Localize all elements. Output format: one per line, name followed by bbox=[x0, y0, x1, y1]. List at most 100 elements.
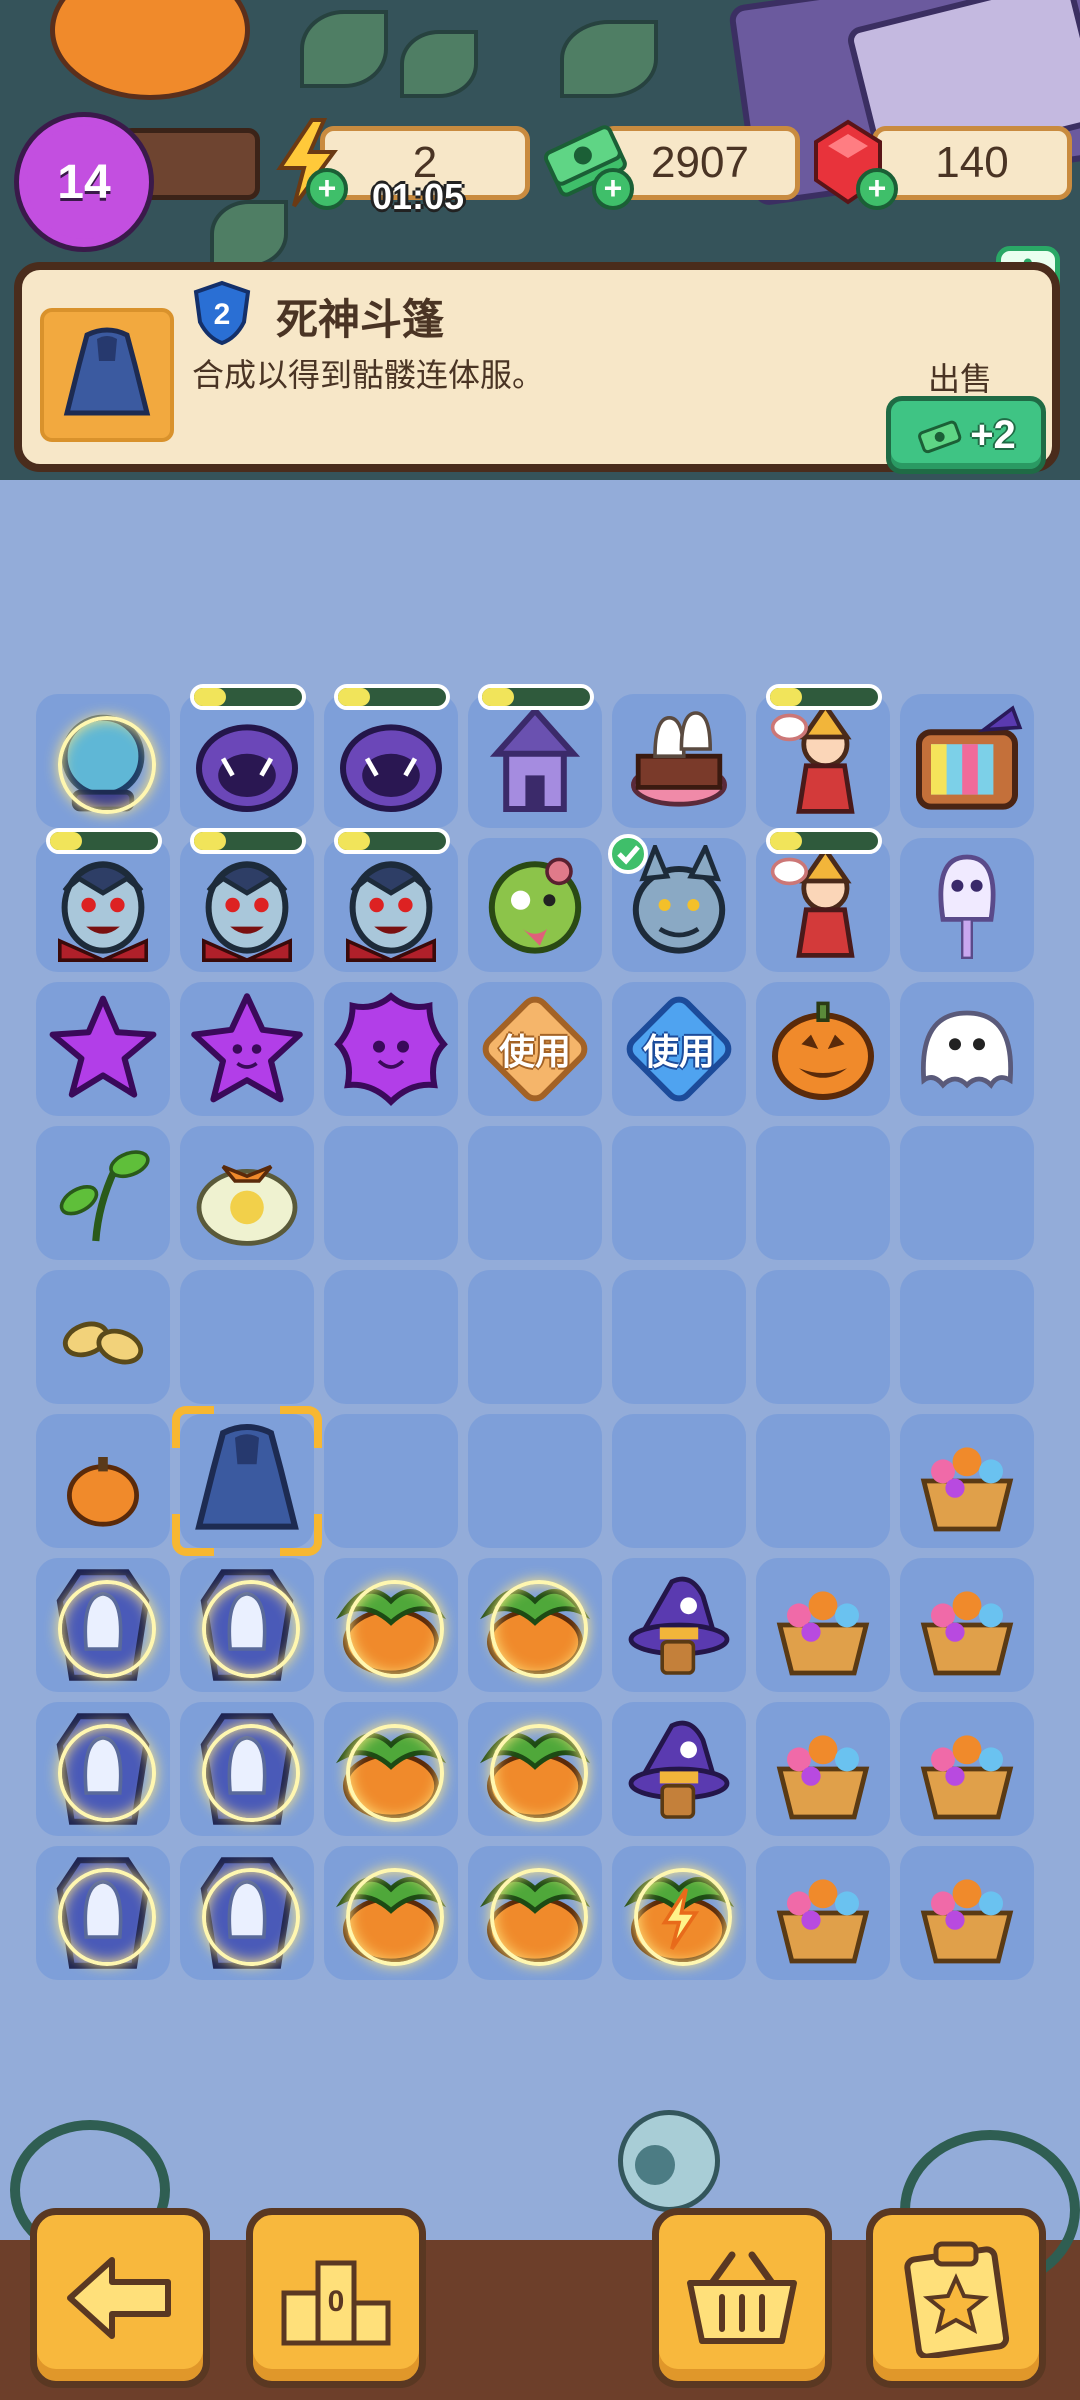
board-cell[interactable] bbox=[900, 982, 1034, 1116]
board-cell[interactable] bbox=[180, 828, 314, 972]
board-cell[interactable] bbox=[36, 982, 170, 1116]
flower-basket-icon[interactable] bbox=[900, 1558, 1034, 1692]
board-cell[interactable] bbox=[324, 1846, 458, 1980]
board-cell[interactable] bbox=[900, 838, 1034, 972]
board-cell[interactable] bbox=[756, 684, 890, 828]
board-cell[interactable] bbox=[180, 1558, 314, 1692]
board-cell[interactable] bbox=[468, 1414, 602, 1548]
board-cell[interactable] bbox=[324, 828, 458, 972]
board-cell[interactable] bbox=[900, 1558, 1034, 1692]
board-cell[interactable] bbox=[180, 684, 314, 828]
purple-star-icon[interactable] bbox=[36, 982, 170, 1116]
board-cell[interactable] bbox=[756, 1558, 890, 1692]
gem-counter[interactable]: 140 bbox=[872, 126, 1072, 200]
haunted-house-icon[interactable] bbox=[468, 694, 602, 828]
zombie-head-icon[interactable] bbox=[468, 838, 602, 972]
board-cell[interactable] bbox=[36, 1846, 170, 1980]
board-cell[interactable] bbox=[324, 1270, 458, 1404]
board-cell[interactable] bbox=[900, 1270, 1034, 1404]
board-cell[interactable] bbox=[36, 828, 170, 972]
purple-blob-face-icon[interactable] bbox=[324, 982, 458, 1116]
board-cell[interactable] bbox=[36, 694, 170, 828]
board-cell[interactable] bbox=[756, 1846, 890, 1980]
board-cell[interactable] bbox=[180, 1270, 314, 1404]
board-cell[interactable] bbox=[36, 1414, 170, 1548]
witch-girl-icon[interactable] bbox=[756, 694, 890, 828]
board-cell[interactable] bbox=[324, 1126, 458, 1260]
add-gems-button[interactable]: + bbox=[856, 168, 898, 210]
board-cell[interactable] bbox=[468, 1846, 602, 1980]
use-blue-token-icon[interactable]: 使用 bbox=[612, 982, 746, 1116]
witch-hat-icon[interactable] bbox=[612, 1702, 746, 1836]
board-cell[interactable] bbox=[180, 1846, 314, 1980]
board-cell[interactable] bbox=[900, 694, 1034, 828]
add-energy-button[interactable]: + bbox=[306, 168, 348, 210]
witch-girl-icon[interactable] bbox=[756, 838, 890, 972]
board-cell[interactable] bbox=[612, 1414, 746, 1548]
flower-basket-icon[interactable] bbox=[900, 1846, 1034, 1980]
flower-basket-icon[interactable] bbox=[756, 1702, 890, 1836]
board-cell[interactable] bbox=[612, 1126, 746, 1260]
board-cell[interactable] bbox=[172, 1406, 322, 1556]
board-cell[interactable] bbox=[468, 684, 602, 828]
flower-basket-icon[interactable] bbox=[900, 1702, 1034, 1836]
board-cell[interactable] bbox=[324, 1414, 458, 1548]
board-cell[interactable] bbox=[612, 1558, 746, 1692]
board-cell[interactable] bbox=[324, 1702, 458, 1836]
board-cell[interactable] bbox=[468, 1126, 602, 1260]
board-cell[interactable] bbox=[900, 1126, 1034, 1260]
sprout-icon[interactable] bbox=[36, 1126, 170, 1260]
use-orange-token-icon[interactable]: 使用 bbox=[468, 982, 602, 1116]
board-cell[interactable] bbox=[756, 1414, 890, 1548]
board-cell[interactable] bbox=[756, 828, 890, 972]
board-cell[interactable] bbox=[756, 982, 890, 1116]
board-cell[interactable] bbox=[612, 1846, 746, 1980]
board-cell[interactable] bbox=[468, 1558, 602, 1692]
board-cell[interactable] bbox=[612, 1702, 746, 1836]
board-cell[interactable]: 使用 bbox=[468, 982, 602, 1116]
purple-monster-plant-icon[interactable] bbox=[180, 694, 314, 828]
board-cell[interactable]: 使用 bbox=[612, 982, 746, 1116]
board-cell[interactable] bbox=[468, 838, 602, 972]
witch-hat-icon[interactable] bbox=[612, 1558, 746, 1692]
board-cell[interactable] bbox=[36, 1270, 170, 1404]
flower-basket-icon[interactable] bbox=[900, 1414, 1034, 1548]
board-cell[interactable] bbox=[468, 1270, 602, 1404]
small-pumpkin-icon[interactable] bbox=[36, 1414, 170, 1548]
ghost-icon[interactable] bbox=[900, 982, 1034, 1116]
shop-button[interactable] bbox=[652, 2208, 832, 2388]
ghost-lollipop-icon[interactable] bbox=[900, 838, 1034, 972]
board-cell[interactable] bbox=[180, 982, 314, 1116]
leaderboard-button[interactable]: 0 bbox=[246, 2208, 426, 2388]
board-cell[interactable] bbox=[468, 1702, 602, 1836]
board-cell[interactable] bbox=[612, 1270, 746, 1404]
board-cell[interactable] bbox=[900, 1414, 1034, 1548]
board-cell[interactable] bbox=[180, 1702, 314, 1836]
purple-monster-plant-icon[interactable] bbox=[324, 694, 458, 828]
sell-button[interactable]: +2 bbox=[886, 396, 1046, 474]
board-cell[interactable] bbox=[608, 834, 746, 972]
tasks-button[interactable] bbox=[866, 2208, 1046, 2388]
board-cell[interactable] bbox=[900, 1702, 1034, 1836]
board-cell[interactable] bbox=[36, 1702, 170, 1836]
purple-star-face-icon[interactable] bbox=[180, 982, 314, 1116]
vampire-icon[interactable] bbox=[324, 838, 458, 972]
board-cell[interactable] bbox=[36, 1558, 170, 1692]
board-cell[interactable] bbox=[36, 1126, 170, 1260]
add-cash-button[interactable]: + bbox=[592, 168, 634, 210]
board-cell[interactable] bbox=[756, 1702, 890, 1836]
level-badge[interactable]: 14 bbox=[14, 112, 154, 252]
board-cell[interactable] bbox=[180, 1126, 314, 1260]
board-cell[interactable] bbox=[324, 982, 458, 1116]
ghost-cake-icon[interactable] bbox=[612, 694, 746, 828]
back-button[interactable] bbox=[30, 2208, 210, 2388]
board-cell[interactable] bbox=[324, 1558, 458, 1692]
gift-bag-icon[interactable] bbox=[180, 1126, 314, 1260]
flower-basket-icon[interactable] bbox=[756, 1558, 890, 1692]
retro-tv-icon[interactable] bbox=[900, 694, 1034, 828]
board-cell[interactable] bbox=[756, 1126, 890, 1260]
flower-basket-icon[interactable] bbox=[756, 1846, 890, 1980]
board-cell[interactable] bbox=[900, 1846, 1034, 1980]
board-cell[interactable] bbox=[612, 694, 746, 828]
board-cell[interactable] bbox=[756, 1270, 890, 1404]
